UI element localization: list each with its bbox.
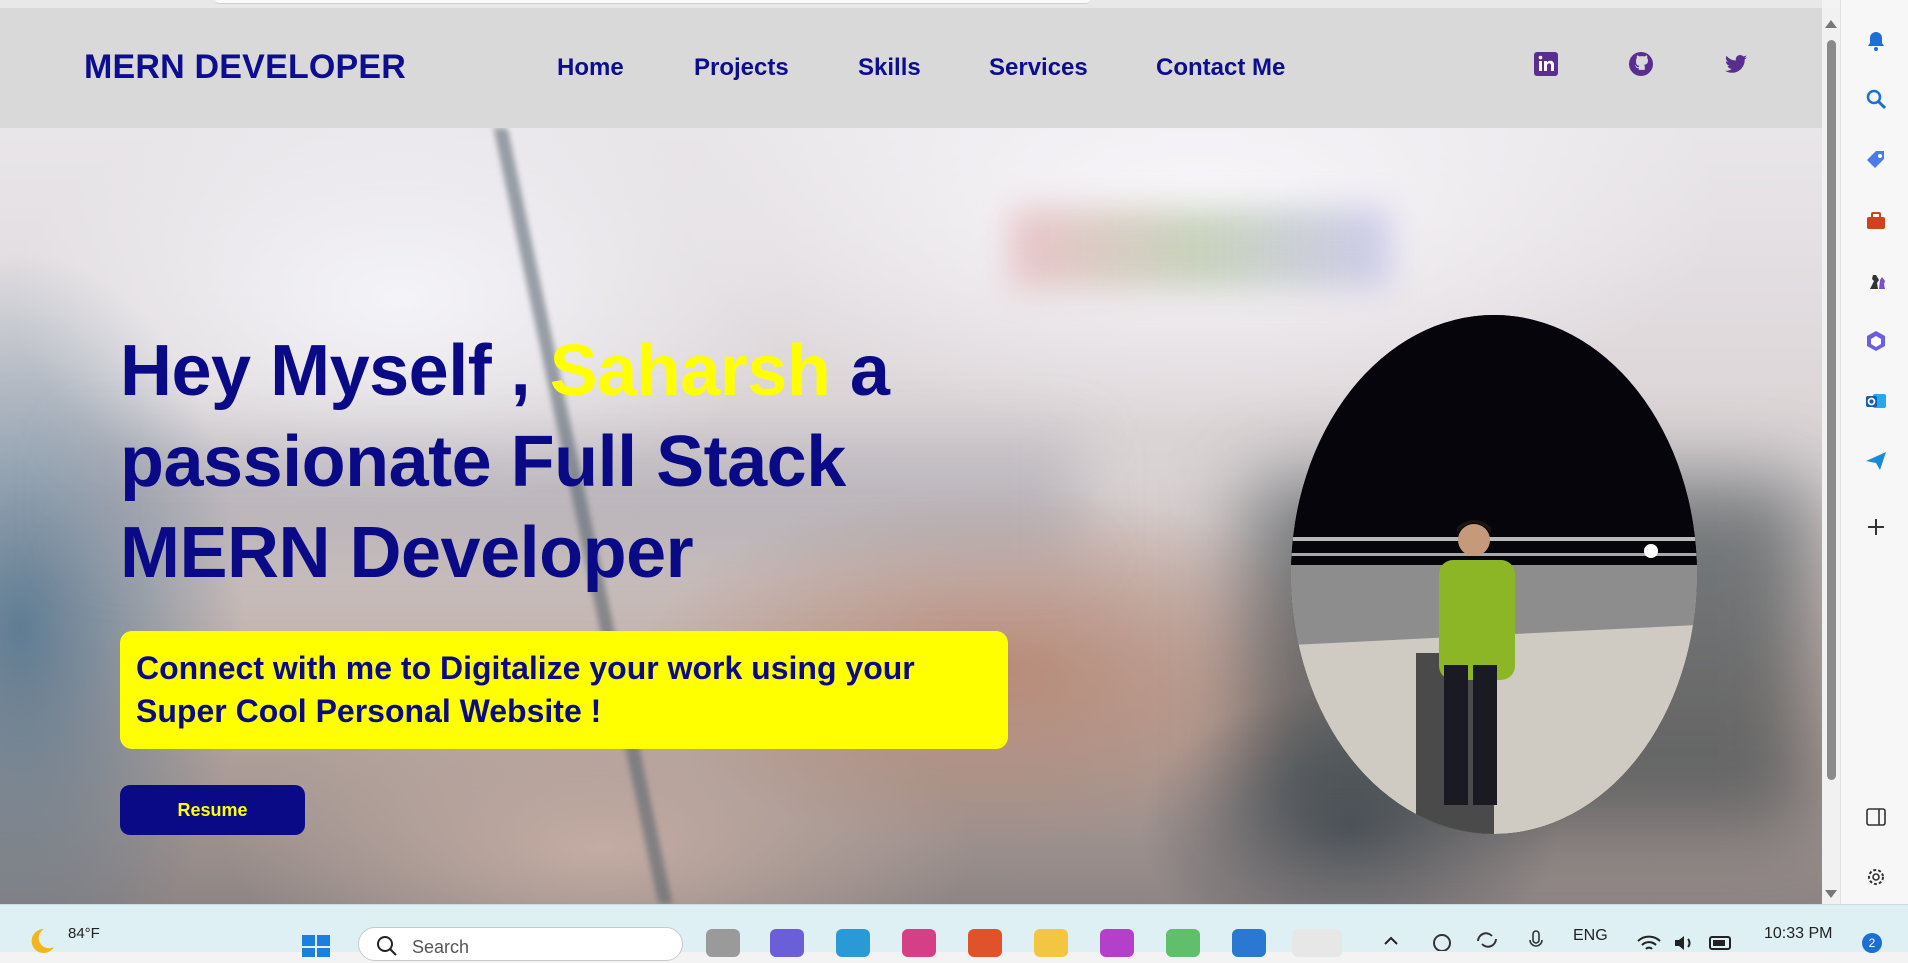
task-view-icon[interactable] (706, 929, 740, 957)
file-explorer-icon[interactable] (1034, 929, 1068, 957)
volume-icon[interactable] (1672, 933, 1698, 958)
snipping-tool-icon[interactable] (1292, 929, 1342, 957)
headline-prefix: Hey Myself , (120, 331, 550, 411)
search-icon[interactable] (1863, 86, 1889, 112)
toolbox-icon[interactable] (1863, 208, 1889, 234)
background-blur (1010, 208, 1390, 288)
scroll-down-icon[interactable] (1825, 890, 1837, 898)
clock[interactable]: 10:33 PM (1764, 925, 1832, 943)
hero-section: Hey Myself , Saharsh a passionate Full S… (0, 128, 1822, 904)
brand-logo[interactable]: MERN DEVELOPER (84, 48, 406, 87)
taskbar-search[interactable]: Search (358, 927, 683, 961)
windows-start-icon[interactable] (300, 929, 334, 957)
browser-viewport: MERN DEVELOPER Home Projects Skills Serv… (0, 0, 1822, 904)
headline-line2: passionate Full Stack (120, 422, 846, 502)
nav-contact-me[interactable]: Contact Me (1156, 54, 1285, 82)
vertical-scrollbar[interactable] (1822, 8, 1840, 904)
settings-icon[interactable] (1863, 864, 1889, 890)
nav-skills[interactable]: Skills (858, 54, 921, 82)
sidebar-toggle-icon[interactable] (1863, 804, 1889, 830)
notification-badge[interactable]: 2 (1862, 933, 1882, 953)
scrollbar-thumb[interactable] (1827, 40, 1836, 780)
plus-icon[interactable] (1863, 514, 1889, 540)
profile-photo (1291, 315, 1697, 834)
send-icon[interactable] (1863, 448, 1889, 474)
wifi-icon[interactable] (1636, 933, 1662, 958)
battery-icon[interactable] (1708, 933, 1734, 958)
search-icon (375, 934, 399, 963)
vscode-icon[interactable] (1232, 929, 1266, 957)
edge-sidebar (1840, 0, 1908, 904)
bell-icon[interactable] (1863, 28, 1889, 54)
tagline: Connect with me to Digitalize your work … (136, 650, 915, 729)
language-indicator[interactable]: ENG (1573, 927, 1608, 945)
moon-icon[interactable] (22, 927, 56, 958)
headline-line3: MERN Developer (120, 513, 694, 593)
brave-icon[interactable] (968, 929, 1002, 957)
tagline-box: Connect with me to Digitalize your work … (120, 631, 1008, 749)
taskbar: 84°F Search ENG 10:33 PM 2 (0, 904, 1908, 961)
nav-services[interactable]: Services (989, 54, 1088, 82)
headline-name: Saharsh (549, 331, 831, 411)
linkedin-icon[interactable] (1532, 50, 1560, 78)
copilot-icon[interactable] (1863, 328, 1889, 354)
teams-icon[interactable] (770, 929, 804, 957)
twitter-icon[interactable] (1722, 50, 1750, 78)
tag-icon[interactable] (1863, 147, 1889, 173)
nav-home[interactable]: Home (557, 54, 624, 82)
address-bar[interactable] (215, 0, 1090, 4)
scroll-up-icon[interactable] (1825, 20, 1837, 28)
hero-headline: Hey Myself , Saharsh a passionate Full S… (120, 326, 1020, 599)
navbar: MERN DEVELOPER Home Projects Skills Serv… (0, 8, 1822, 128)
weather-temperature[interactable]: 84°F (68, 925, 100, 942)
edge-icon[interactable] (836, 929, 870, 957)
chess-icon[interactable] (1863, 268, 1889, 294)
app-icon[interactable] (1100, 929, 1134, 957)
nav-projects[interactable]: Projects (694, 54, 789, 82)
search-placeholder: Search (412, 937, 470, 957)
github-icon[interactable] (1627, 50, 1655, 78)
headline-rest: a (830, 331, 890, 411)
chevron-up-icon[interactable] (1383, 933, 1399, 952)
browser-toolbar-edge (0, 0, 1822, 8)
instagram-icon[interactable] (902, 929, 936, 957)
app-icon[interactable] (1166, 929, 1200, 957)
resume-button[interactable]: Resume (120, 785, 305, 835)
outlook-icon[interactable] (1863, 388, 1889, 414)
